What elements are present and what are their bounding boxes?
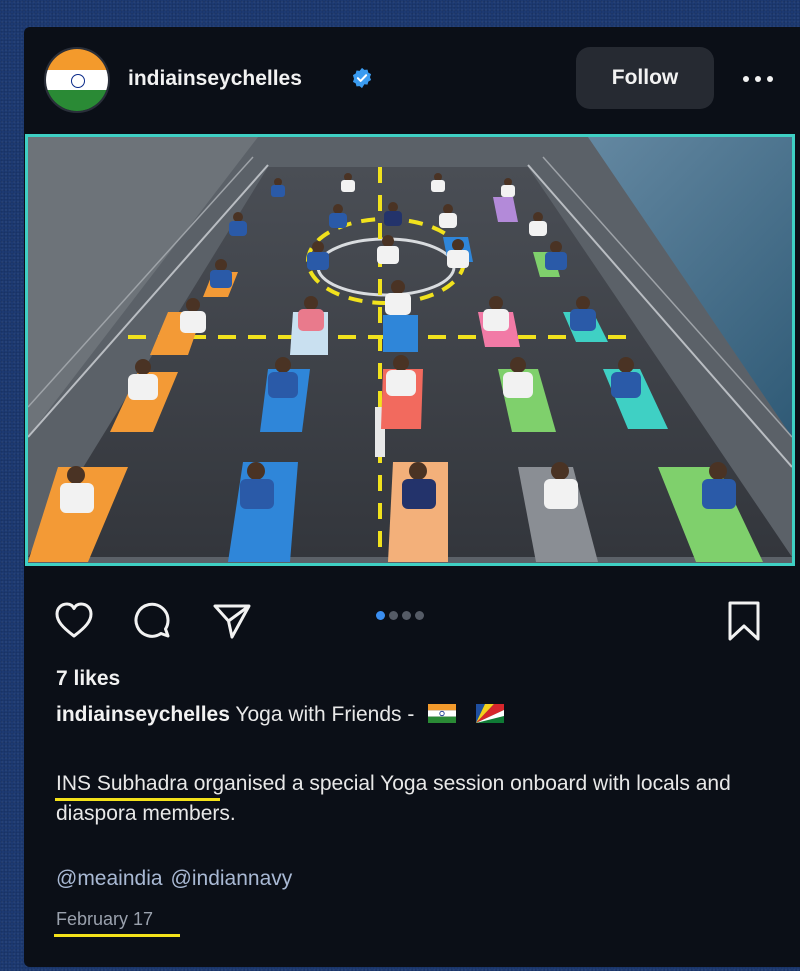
- more-horizontal-icon[interactable]: [738, 69, 778, 89]
- carousel-dot[interactable]: [415, 611, 424, 620]
- date-underline: [54, 934, 180, 937]
- caption-line: indiainseychelles Yoga with Friends -: [56, 703, 505, 727]
- send-icon[interactable]: [210, 599, 254, 643]
- caption-username[interactable]: indiainseychelles: [56, 703, 230, 726]
- mentions: @meaindia @indiannavy: [56, 867, 300, 891]
- post-date[interactable]: February 17: [56, 909, 153, 930]
- mention-link[interactable]: @meaindia: [56, 867, 163, 890]
- carousel-dot[interactable]: [402, 611, 411, 620]
- verified-badge-icon: [352, 67, 372, 89]
- carousel-indicator: [376, 607, 428, 620]
- bookmark-icon[interactable]: [722, 599, 766, 643]
- carousel-dot[interactable]: [389, 611, 398, 620]
- avatar[interactable]: [44, 47, 110, 113]
- heart-icon[interactable]: [52, 599, 96, 643]
- seychelles-flag-icon: [476, 704, 505, 723]
- username[interactable]: indiainseychelles: [128, 67, 302, 91]
- post-header: indiainseychelles Follow: [24, 27, 800, 131]
- post-card: indiainseychelles Follow 7 likes indiain…: [24, 27, 800, 967]
- comment-icon[interactable]: [130, 599, 174, 643]
- carousel-dot[interactable]: [376, 611, 385, 620]
- highlight-underline: [55, 798, 220, 801]
- follow-button[interactable]: Follow: [576, 47, 714, 109]
- ship-name[interactable]: INS Subhadra: [56, 772, 188, 795]
- likes-count[interactable]: 7 likes: [56, 667, 120, 691]
- caption-text: Yoga with Friends -: [235, 703, 415, 726]
- post-photo[interactable]: [25, 134, 795, 566]
- india-flag-icon: [428, 704, 457, 723]
- mention-link[interactable]: @indiannavy: [171, 867, 293, 890]
